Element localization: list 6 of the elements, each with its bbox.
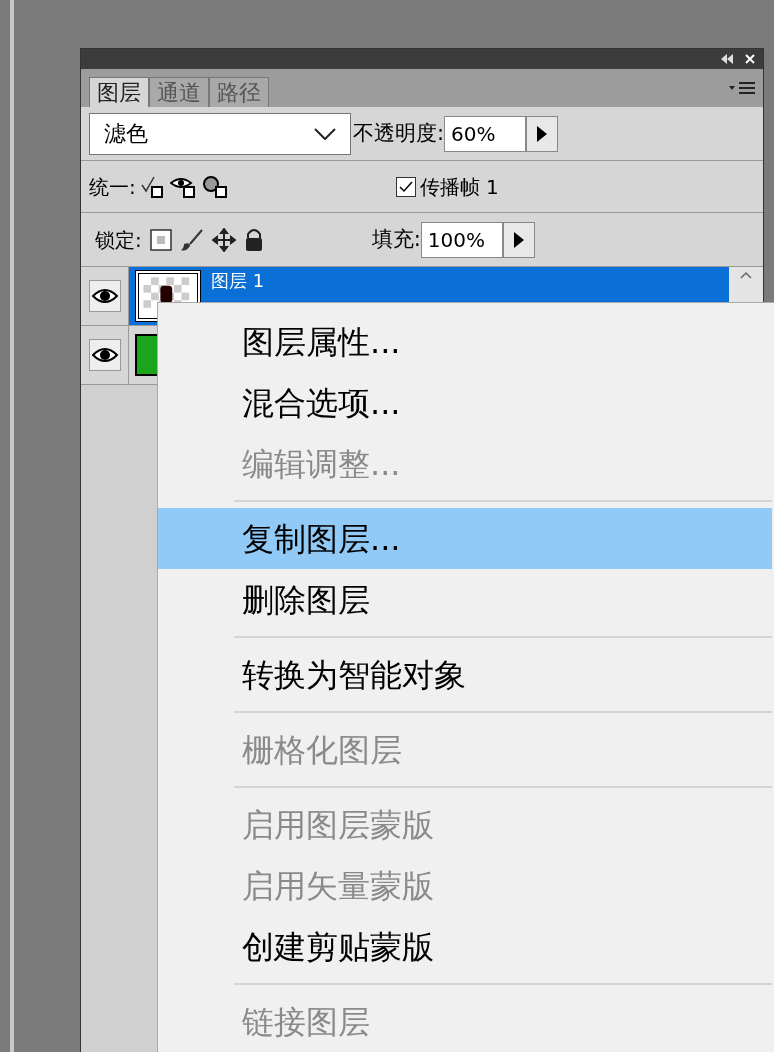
opacity-label: 不透明度:	[353, 119, 445, 147]
fill-label: 填充:	[371, 225, 421, 253]
lock-label: 锁定:	[95, 226, 142, 254]
propagate-label: 传播帧 1	[419, 173, 499, 201]
layer-name: 图层 1	[211, 269, 265, 293]
unify-label: 统一:	[89, 173, 136, 201]
